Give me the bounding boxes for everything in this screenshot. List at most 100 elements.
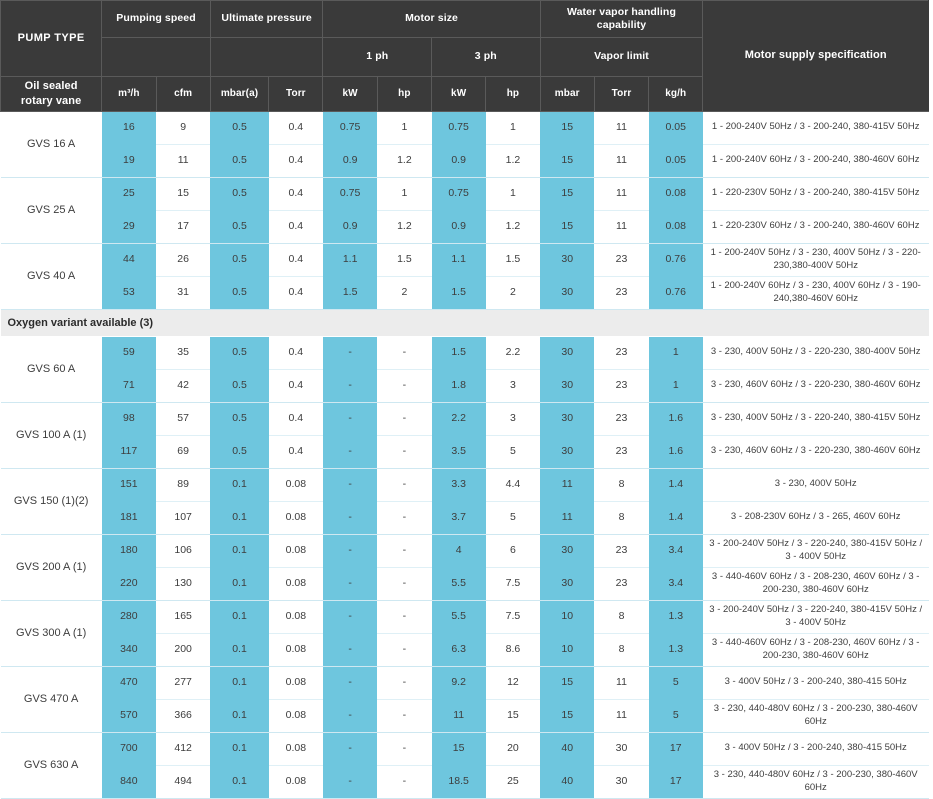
data-cell: 7.5	[485, 567, 541, 601]
data-cell: 15	[485, 699, 541, 733]
data-cell: -	[322, 699, 378, 733]
data-cell: 0.75	[431, 177, 486, 211]
data-cell: -	[377, 369, 432, 403]
table-wrapper: PUMP TYPE PUMP TYPE Pumping speed Ultima…	[0, 0, 933, 799]
data-cell: -	[322, 732, 378, 766]
motor-supply-cell: 3 - 230, 460V 60Hz / 3 - 220-230, 380-46…	[702, 369, 929, 403]
data-cell: 17	[156, 210, 211, 244]
data-cell: 2.2	[431, 402, 486, 436]
data-cell: 0.1	[210, 567, 269, 601]
table-row: GVS 100 A (1) 98 57 0.5 0.4- -2.2 3 30 23 1.6 3 - …	[0, 402, 929, 469]
table-row: 220 130 0.1 0.08- -5.5 7.5 30 23 3.4 3 - 440-460V…	[1, 567, 929, 601]
table-row: GVS 150 (1)(2) 151 89 0.1 0.08- -3.3 4.4 11 8 1.4…	[0, 468, 929, 535]
oxygen-variant-note: Oxygen variant available (3)	[0, 309, 929, 337]
data-cell: -	[377, 336, 432, 370]
pump-type-cell: GVS 60 A	[0, 336, 102, 403]
table-row: GVS 60 A 59 35 0.5 0.4- -1.5 2.2 30 23 1 3 - 230, …	[0, 336, 929, 403]
data-cell: 0.5	[210, 276, 269, 310]
data-cell: 17	[648, 732, 703, 766]
data-cell: 1.2	[485, 210, 541, 244]
data-cell: 106	[156, 534, 211, 568]
data-cell: 0.08	[268, 633, 323, 667]
data-cell: 15	[540, 111, 595, 145]
data-cell: 1	[485, 177, 541, 211]
data-cell: 8	[594, 501, 649, 535]
data-cell: 26	[156, 243, 211, 277]
data-cell: 0.76	[648, 243, 703, 277]
data-cell: 5.5	[431, 567, 486, 601]
data-cell: 412	[156, 732, 211, 766]
data-cell: 11	[540, 468, 595, 502]
data-cell: 42	[156, 369, 211, 403]
header-spacer-pumping	[101, 37, 211, 77]
header-oil-sealed-line1: Oil sealed	[24, 80, 78, 92]
data-cell: 98	[101, 402, 156, 436]
data-cell: 11	[594, 210, 649, 244]
data-cell: 0.5	[210, 369, 269, 403]
data-cell: 0.1	[210, 534, 269, 568]
data-cell: 1.5	[431, 276, 486, 310]
header-unit-hp-1ph: hp	[376, 76, 433, 112]
data-cell: 23	[594, 534, 649, 568]
data-cell: 1.6	[648, 402, 703, 436]
pump-type-cell: GVS 630 A	[0, 732, 102, 799]
data-cell: 11	[540, 501, 595, 535]
data-cell: 17	[648, 765, 703, 799]
data-cell: 5	[485, 501, 541, 535]
data-cell: 30	[540, 402, 595, 436]
data-cell: 0.4	[268, 435, 323, 469]
data-cell: 5	[648, 699, 703, 733]
data-cell: 0.08	[268, 567, 323, 601]
data-cell: 1.3	[648, 633, 703, 667]
data-cell: 0.05	[648, 144, 703, 178]
data-cell: 0.75	[322, 177, 378, 211]
pump-type-cell: GVS 150 (1)(2)	[0, 468, 102, 535]
data-cell: 0.4	[268, 336, 323, 370]
motor-supply-cell: 1 - 200-240V 50Hz / 3 - 200-240, 380-415…	[702, 111, 929, 145]
data-cell: 89	[156, 468, 211, 502]
data-cell: 0.75	[431, 111, 486, 145]
data-cell: -	[322, 600, 378, 634]
data-cell: 0.08	[268, 765, 323, 799]
data-cell: 40	[540, 732, 595, 766]
data-cell: 0.1	[210, 666, 269, 700]
data-cell: 20	[485, 732, 541, 766]
data-cell: 130	[156, 567, 211, 601]
data-cell: -	[322, 633, 378, 667]
data-cell: 23	[594, 402, 649, 436]
oxygen-variant-note-row: Oxygen variant available (3)	[0, 309, 929, 337]
header-oil-sealed-line2: rotary vane	[20, 94, 82, 107]
data-cell: 0.08	[648, 177, 703, 211]
data-cell: 15	[540, 144, 595, 178]
data-cell: 12	[485, 666, 541, 700]
data-cell: 59	[101, 336, 156, 370]
data-cell: 1.1	[431, 243, 486, 277]
header-unit-m3h: m³/h	[101, 76, 157, 112]
data-cell: 2.2	[485, 336, 541, 370]
table-row: 19 11 0.5 0.4 0.9 1.2 0.9 1.2 15 11 0.05 1 - 200-24…	[1, 144, 929, 178]
motor-supply-cell: 1 - 200-240V 60Hz / 3 - 200-240, 380-460…	[702, 144, 929, 178]
data-cell: 840	[101, 765, 156, 799]
data-cell: 3.7	[431, 501, 486, 535]
data-cell: 0.4	[268, 369, 323, 403]
data-cell: 15	[540, 699, 595, 733]
table-row: GVS 470 A 470 277 0.1 0.08- -9.2 12 15 11 5 3 - 40…	[0, 666, 929, 733]
header-unit-kw-3ph: kW	[431, 76, 487, 112]
data-cell: 16	[101, 111, 156, 145]
data-cell: 30	[594, 732, 649, 766]
pump-type-cell: GVS 100 A (1)	[0, 402, 102, 469]
motor-supply-cell: 3 - 230, 440-480V 60Hz / 3 - 200-230, 38…	[702, 699, 929, 733]
data-cell: 0.08	[268, 699, 323, 733]
data-cell: 71	[101, 369, 156, 403]
data-cell: 30	[540, 567, 595, 601]
data-cell: 0.1	[210, 765, 269, 799]
table-row: GVS 300 A (1) 280 165 0.1 0.08- -5.5 7.5 10 8 1.3…	[0, 600, 929, 667]
table-row: GVS 25 A 25 15 0.5 0.4 0.75 1 0.75 1 15 11 0.08 1 - …	[0, 177, 929, 244]
data-cell: 5.5	[431, 600, 486, 634]
data-cell: 0.9	[322, 144, 378, 178]
header-unit-hp-3ph: hp	[485, 76, 541, 112]
data-cell: 1	[648, 369, 703, 403]
data-cell: 180	[101, 534, 156, 568]
data-cell: 366	[156, 699, 211, 733]
data-cell: 15	[156, 177, 211, 211]
